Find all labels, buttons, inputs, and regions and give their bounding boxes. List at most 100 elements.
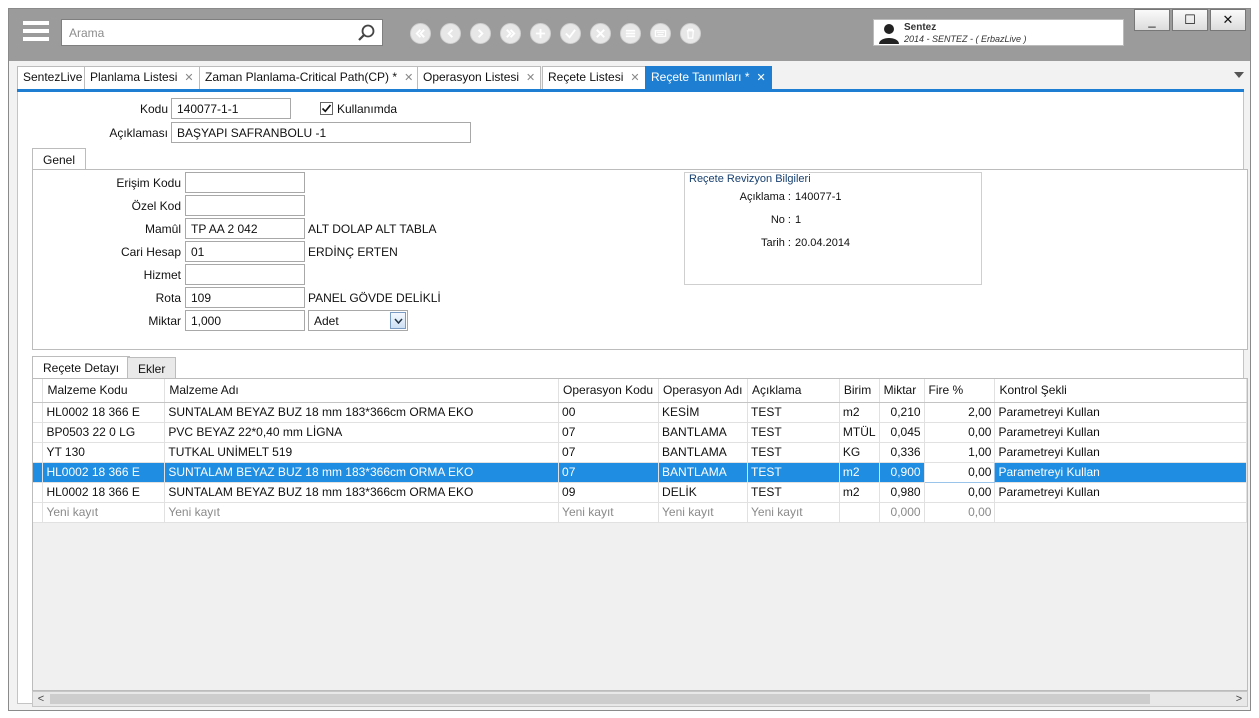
cell-kontrol[interactable]: Parametreyi Kullan bbox=[994, 442, 1247, 463]
cell-ad[interactable]: PVC BEYAZ 22*0,40 mm LİGNA bbox=[164, 422, 560, 443]
table-row[interactable]: HL0002 18 366 E SUNTALAM BEYAZ BUZ 18 mm … bbox=[33, 482, 1247, 503]
cell-fire[interactable]: 2,00 bbox=[924, 402, 996, 423]
table-row[interactable]: BP0503 22 0 LG PVC BEYAZ 22*0,40 mm LİGNA… bbox=[33, 422, 1247, 443]
cell-opkod[interactable]: 07 bbox=[558, 462, 660, 483]
cell-opad[interactable]: BANTLAMA bbox=[658, 462, 749, 483]
row-selector[interactable] bbox=[33, 462, 44, 483]
cari-hesap-input[interactable] bbox=[185, 241, 305, 262]
cell-fire[interactable]: 0,00 bbox=[924, 482, 996, 503]
kullanimda-checkbox[interactable] bbox=[320, 102, 333, 115]
cell-opkod[interactable]: 07 bbox=[558, 422, 660, 443]
cell-opad[interactable]: DELİK bbox=[658, 482, 749, 503]
tab-planlama-listesi[interactable]: Planlama Listesi ✕ bbox=[84, 66, 200, 89]
cell-fire[interactable]: 0,00 bbox=[924, 502, 996, 523]
column-header[interactable]: Operasyon Kodu bbox=[558, 379, 660, 403]
cell-kod[interactable]: HL0002 18 366 E bbox=[42, 402, 166, 423]
table-row[interactable]: YT 130 TUTKAL UNİMELT 519 07 BANTLAMA TEST KG… bbox=[33, 442, 1247, 463]
cell-fire[interactable]: 0,00 bbox=[923, 461, 996, 483]
column-header[interactable]: Miktar bbox=[879, 379, 925, 403]
cell-ad[interactable]: Yeni kayıt bbox=[164, 502, 560, 523]
cell-birim[interactable]: m2 bbox=[839, 482, 880, 503]
cell-miktar[interactable]: 0,045 bbox=[879, 422, 925, 443]
cell-opkod[interactable]: Yeni kayıt bbox=[558, 502, 660, 523]
new-record-row[interactable]: Yeni kayıt Yeni kayıt Yeni kayıt Yeni kayıt… bbox=[33, 502, 1247, 523]
save-button[interactable] bbox=[560, 23, 581, 44]
row-selector[interactable] bbox=[33, 402, 44, 423]
row-selector[interactable] bbox=[33, 502, 44, 523]
cell-birim[interactable]: m2 bbox=[839, 402, 880, 423]
maximize-button[interactable]: ☐ bbox=[1172, 9, 1208, 31]
column-header[interactable]: Açıklama bbox=[747, 379, 840, 403]
cell-fire[interactable]: 0,00 bbox=[924, 422, 996, 443]
cell-kontrol[interactable] bbox=[994, 502, 1247, 523]
cell-birim[interactable]: KG bbox=[839, 442, 880, 463]
close-tab-icon[interactable]: ✕ bbox=[404, 72, 413, 84]
column-header[interactable]: Kontrol Şekli bbox=[994, 379, 1247, 403]
first-record-button[interactable] bbox=[410, 23, 431, 44]
cell-aciklama[interactable]: Yeni kayıt bbox=[747, 502, 840, 523]
cell-kontrol[interactable]: Parametreyi Kullan bbox=[994, 402, 1247, 423]
horizontal-scrollbar[interactable]: < > bbox=[32, 691, 1248, 707]
mamul-input[interactable] bbox=[185, 218, 305, 239]
prev-record-button[interactable] bbox=[440, 23, 461, 44]
cell-miktar[interactable]: 0,210 bbox=[879, 402, 925, 423]
cell-opad[interactable]: BANTLAMA bbox=[658, 422, 749, 443]
row-selector[interactable] bbox=[33, 442, 44, 463]
search-input[interactable] bbox=[62, 20, 347, 45]
close-tab-icon[interactable]: ✕ bbox=[630, 72, 639, 84]
cell-kontrol[interactable]: Parametreyi Kullan bbox=[994, 462, 1247, 483]
cell-kontrol[interactable]: Parametreyi Kullan bbox=[994, 482, 1247, 503]
list-button[interactable] bbox=[620, 23, 641, 44]
cell-opkod[interactable]: 07 bbox=[558, 442, 660, 463]
cell-aciklama[interactable]: TEST bbox=[747, 442, 840, 463]
next-record-button[interactable] bbox=[470, 23, 491, 44]
cell-birim[interactable]: m2 bbox=[839, 462, 880, 483]
cell-aciklama[interactable]: TEST bbox=[747, 402, 840, 423]
row-selector[interactable] bbox=[33, 482, 44, 503]
aciklama-input[interactable] bbox=[171, 122, 471, 143]
rota-input[interactable] bbox=[185, 287, 305, 308]
tab-sentezlive[interactable]: SentezLive bbox=[17, 66, 89, 89]
close-tab-icon[interactable]: ✕ bbox=[184, 72, 193, 84]
hizmet-input[interactable] bbox=[185, 264, 305, 285]
tab-recete-listesi[interactable]: Reçete Listesi ✕ bbox=[542, 66, 646, 89]
scrollbar-thumb[interactable] bbox=[50, 694, 1150, 704]
close-tab-icon[interactable]: ✕ bbox=[526, 72, 535, 84]
tab-zaman-planlama[interactable]: Zaman Planlama-Critical Path(CP) * ✕ bbox=[199, 66, 420, 89]
cell-miktar[interactable]: 0,980 bbox=[879, 482, 925, 503]
keyboard-button[interactable] bbox=[650, 23, 671, 44]
close-tab-icon[interactable]: ✕ bbox=[757, 72, 766, 84]
cell-opkod[interactable]: 09 bbox=[558, 482, 660, 503]
cell-kod[interactable]: YT 130 bbox=[42, 442, 166, 463]
last-record-button[interactable] bbox=[500, 23, 521, 44]
cell-opad[interactable]: BANTLAMA bbox=[658, 442, 749, 463]
cell-kontrol[interactable]: Parametreyi Kullan bbox=[994, 422, 1247, 443]
cell-fire[interactable]: 1,00 bbox=[924, 442, 996, 463]
delete-button[interactable] bbox=[680, 23, 701, 44]
cell-ad[interactable]: SUNTALAM BEYAZ BUZ 18 mm 183*366cm ORMA … bbox=[164, 482, 560, 503]
cell-kod[interactable]: Yeni kayıt bbox=[42, 502, 166, 523]
cell-miktar[interactable]: 0,000 bbox=[879, 502, 925, 523]
cell-kod[interactable]: HL0002 18 366 E bbox=[42, 462, 166, 483]
birim-select[interactable]: Adet bbox=[308, 310, 408, 331]
cell-opad[interactable]: KESİM bbox=[658, 402, 749, 423]
tab-operasyon-listesi[interactable]: Operasyon Listesi ✕ bbox=[417, 66, 542, 89]
cell-ad[interactable]: SUNTALAM BEYAZ BUZ 18 mm 183*366cm ORMA … bbox=[164, 402, 560, 423]
cell-aciklama[interactable]: TEST bbox=[747, 482, 840, 503]
cancel-button[interactable] bbox=[590, 23, 611, 44]
cell-opad[interactable]: Yeni kayıt bbox=[658, 502, 749, 523]
cell-birim[interactable] bbox=[839, 502, 880, 523]
miktar-input[interactable] bbox=[185, 310, 305, 331]
tab-recete-tanimlari[interactable]: Reçete Tanımları * ✕ bbox=[645, 66, 772, 89]
cell-aciklama[interactable]: TEST bbox=[747, 462, 840, 483]
add-button[interactable] bbox=[530, 23, 551, 44]
column-header[interactable]: Birim bbox=[839, 379, 880, 403]
tab-ekler[interactable]: Ekler bbox=[127, 357, 177, 379]
column-header[interactable]: Malzeme Adı bbox=[164, 379, 560, 403]
tab-list-dropdown-icon[interactable] bbox=[1234, 72, 1244, 78]
column-header[interactable]: Operasyon Adı bbox=[658, 379, 749, 403]
minimize-button[interactable]: _ bbox=[1134, 9, 1170, 31]
kodu-input[interactable] bbox=[171, 98, 291, 119]
cell-miktar[interactable]: 0,900 bbox=[879, 462, 925, 483]
menu-icon[interactable] bbox=[23, 21, 49, 45]
